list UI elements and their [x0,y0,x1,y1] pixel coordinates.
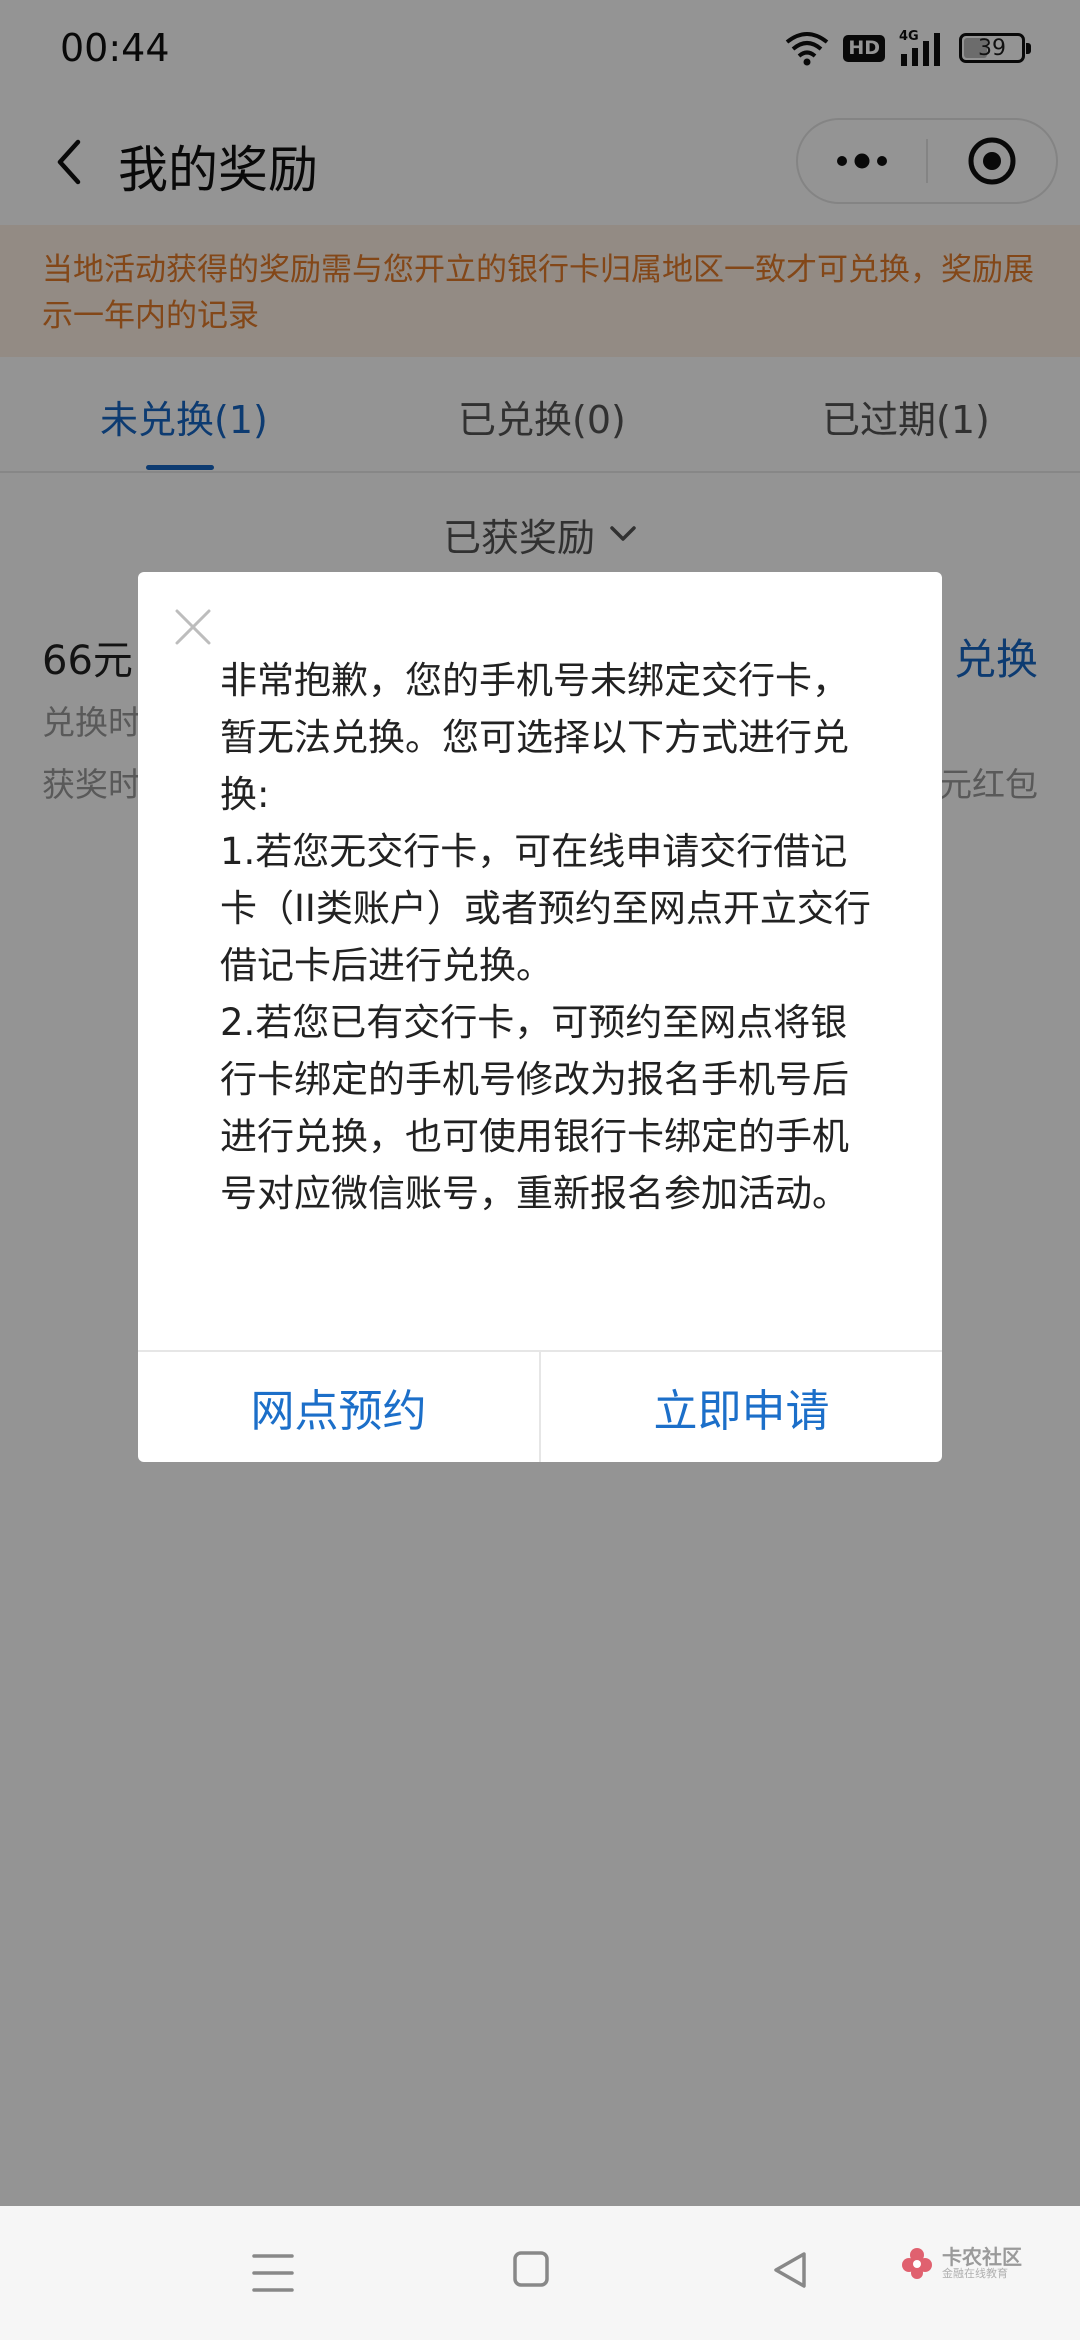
apply-now-button[interactable]: 立即申请 [541,1352,942,1462]
battery-level: 39 [978,35,1006,61]
system-nav-bar: 卡农社区 金融在线教育 [0,2206,1080,2340]
watermark: 卡农社区 金融在线教育 [900,2246,1022,2280]
menu-icon[interactable] [248,2250,298,2296]
flower-logo-icon [902,2248,932,2280]
watermark-main: 卡农社区 [942,2245,1022,2269]
nav-back-icon[interactable] [768,2248,812,2292]
dialog-actions: 网点预约 立即申请 [138,1350,942,1462]
exchange-dialog: 非常抱歉，您的手机号未绑定交行卡，暂无法兑换。您可选择以下方式进行兑换: 1.若… [138,572,942,1462]
dialog-message: 非常抱歉，您的手机号未绑定交行卡，暂无法兑换。您可选择以下方式进行兑换: 1.若… [220,659,871,1215]
watermark-sub: 金融在线教育 [942,2267,1008,2280]
home-icon[interactable] [512,2250,550,2288]
dialog-close-button[interactable] [168,602,218,652]
screen: 00:44 HD 4G 39 我的奖励 当地活动获得的奖励需与您开立的银行卡归属… [0,0,1080,2340]
branch-appointment-button[interactable]: 网点预约 [138,1352,539,1462]
close-icon [175,609,211,645]
watermark-text: 卡农社区 金融在线教育 [942,2246,1022,2280]
